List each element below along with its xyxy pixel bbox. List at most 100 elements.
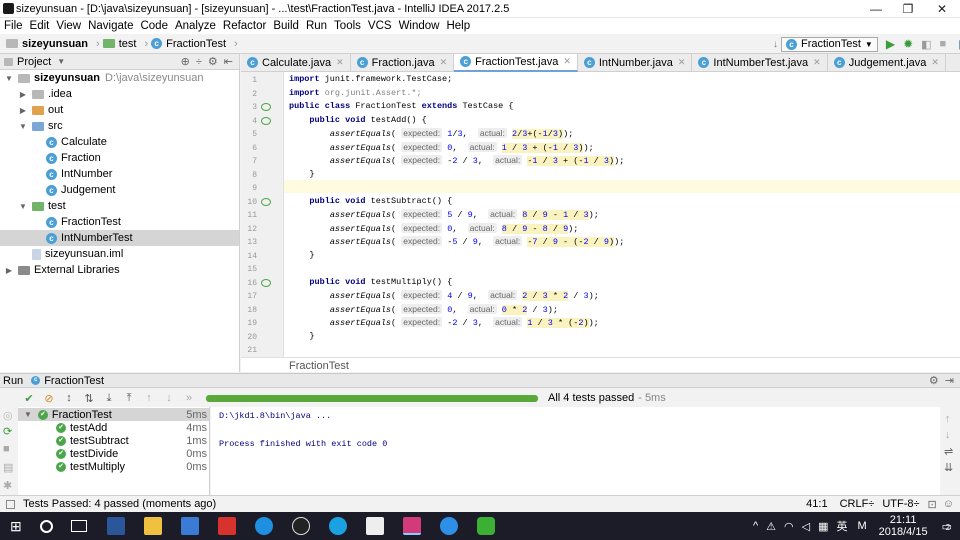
close-tab-icon[interactable]: ✕ [336,57,344,68]
intellij-taskbar-icon[interactable] [402,517,421,535]
run-icon[interactable]: ▶ [886,37,895,51]
ime-mode[interactable]: M [857,520,866,532]
editor-tab[interactable]: c FractionTest.java ✕ [454,53,578,72]
collapse-icon[interactable]: ÷ [196,56,202,68]
sort-icon[interactable]: ↓ [773,39,778,50]
inspector-icon[interactable]: ☺ [943,498,954,510]
run-config-select[interactable]: c FractionTest ▼ [781,36,878,52]
close-tab-icon[interactable]: ✕ [813,57,821,68]
chevron-down-icon[interactable]: ▼ [57,57,65,66]
gear-icon[interactable]: ⚙ [208,55,218,68]
editor-tab[interactable]: c Judgement.java ✕ [828,53,946,72]
sort-duration-icon[interactable]: ⇅ [82,391,96,405]
tree-item[interactable]: c FractionTest [0,214,239,230]
tree-item[interactable]: sizeyunsuan.iml [0,246,239,262]
code-editor[interactable]: 1 2 3 4 5 6 7 8 9 10 11 12 13 14 15 16 17 18 19 20 21 import… [241,72,960,372]
word-icon[interactable] [106,517,125,535]
notification-icon[interactable]: ▭ 2 [942,520,952,533]
hide-icon[interactable]: ⇥ [945,374,954,387]
editor-breadcrumb-label[interactable]: FractionTest [289,360,349,372]
debug-icon[interactable]: ✹ [903,37,913,51]
line-separator[interactable]: CRLF÷ [840,498,875,510]
chevron-down-icon[interactable]: ▼ [18,202,28,211]
test-result-row[interactable]: ✔ testSubtract 1ms [18,434,209,447]
test-result-row[interactable]: ✔ testDivide 0ms [18,447,209,460]
keyboard-icon[interactable]: ▦ [818,520,828,533]
next-icon[interactable]: ↓ [162,391,176,405]
sort-alpha-icon[interactable]: ↕ [62,391,76,405]
show-ignored-icon[interactable]: ⊘ [42,391,56,405]
ie-icon[interactable] [439,517,458,535]
tree-item[interactable]: c IntNumber [0,166,239,182]
menu-window[interactable]: Window [399,18,440,34]
console-output[interactable]: D:\jkd1.8\bin\java ... Process finished … [211,407,940,495]
chevron-right-icon[interactable]: ▶ [18,106,28,115]
tree-item[interactable]: ▼ test [0,198,239,214]
editor-tab[interactable]: c Calculate.java ✕ [241,53,351,72]
close-button[interactable]: ✕ [926,0,958,18]
close-tab-icon[interactable]: ✕ [931,57,939,68]
toggle-autotest-icon[interactable]: ⟳ [3,425,12,438]
project-view-select[interactable]: Project [17,56,51,68]
file-encoding[interactable]: UTF-8÷ [882,498,919,510]
run-test-gutter-icon[interactable] [261,116,271,125]
run-test-gutter-icon[interactable] [261,103,271,111]
tree-item[interactable]: c Calculate [0,134,239,150]
mail-icon[interactable] [365,517,384,535]
menu-edit[interactable]: Edit [30,18,50,34]
collapse-all-icon[interactable]: ⤒ [122,391,136,405]
editor-tab[interactable]: c IntNumberTest.java ✕ [692,53,828,72]
input-language[interactable]: 英 [836,518,847,534]
task-view-icon[interactable] [70,520,87,532]
wrap-icon[interactable]: ⇌ [944,445,953,458]
breadcrumb-class[interactable]: c FractionTest [151,38,226,50]
close-tab-icon[interactable]: ✕ [440,57,448,68]
qq-icon[interactable] [291,517,310,535]
menu-analyze[interactable]: Analyze [175,18,216,34]
stop-icon[interactable]: ■ [940,38,947,50]
chevron-right-icon[interactable]: ▶ [18,90,28,99]
run-test-gutter-icon[interactable] [261,278,271,287]
menu-run[interactable]: Run [306,18,327,34]
tree-item[interactable]: ▼ src [0,118,239,134]
edge-icon[interactable] [254,517,273,535]
chevron-down-icon[interactable]: ▼ [24,410,32,419]
coverage-icon[interactable]: ◧ [921,38,931,51]
arrow-down-icon[interactable]: ↓ [945,429,951,441]
tree-item[interactable]: ▶ out [0,102,239,118]
store-icon[interactable] [180,517,199,535]
toolwindow-icon[interactable] [6,499,15,509]
reader-icon[interactable] [217,517,236,535]
menu-view[interactable]: View [56,18,81,34]
menu-code[interactable]: Code [140,18,168,34]
editor-tab[interactable]: c IntNumber.java ✕ [578,53,693,72]
expand-all-icon[interactable]: ⤓ [102,391,116,405]
tree-item[interactable]: c IntNumberTest [0,230,239,246]
file-explorer-icon[interactable] [143,517,162,535]
close-tab-icon[interactable]: ✕ [678,57,686,68]
menu-help[interactable]: Help [446,18,470,34]
chevron-right-icon[interactable]: ▶ [4,266,14,275]
tree-item[interactable]: c Fraction [0,150,239,166]
run-test-gutter-icon[interactable] [261,197,271,206]
clock[interactable]: 21:11 2018/4/15 [879,514,928,538]
maximize-button[interactable]: ❐ [892,0,924,18]
editor-tab[interactable]: c Fraction.java ✕ [351,53,455,72]
breadcrumb-project[interactable]: sizeyunsuan [6,38,88,50]
test-result-row[interactable]: ▼ ✔ FractionTest 5ms [18,408,209,421]
tree-item[interactable]: ▼ sizeyunsuan D:\java\sizeyunsuan [0,70,239,86]
menu-build[interactable]: Build [273,18,299,34]
close-tab-icon[interactable]: ✕ [563,56,571,67]
show-passed-icon[interactable]: ✔ [22,391,36,405]
chevron-down-icon[interactable]: ▼ [4,74,14,83]
wechat-icon[interactable] [476,517,495,535]
caret-position[interactable]: 41:1 [806,498,827,510]
menu-navigate[interactable]: Navigate [88,18,133,34]
pin-icon[interactable]: ✱ [3,479,12,492]
test-result-row[interactable]: ✔ testMultiply 0ms [18,460,209,473]
menu-vcs[interactable]: VCS [368,18,392,34]
sync-icon[interactable]: ⊕ [181,55,190,68]
tree-item[interactable]: ▶ External Libraries [0,262,239,278]
volume-icon[interactable]: ◁ [802,520,810,533]
search-icon[interactable] [39,519,53,533]
